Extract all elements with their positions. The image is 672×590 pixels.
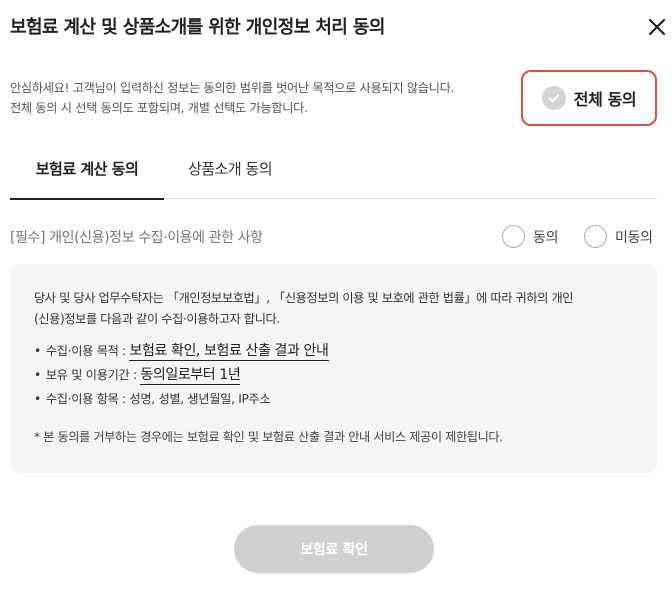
- all-agree-button[interactable]: 전체 동의: [521, 70, 657, 126]
- list-item-fields: 수집·이용 항목 : 성명, 성별, 생년월일, IP주소: [34, 387, 635, 411]
- modal-header: 보험료 계산 및 상품소개를 위한 개인정보 처리 동의: [10, 14, 672, 42]
- refusal-note: * 본 동의를 거부하는 경우에는 보험료 확인 및 보험료 산출 결과 안내 …: [34, 430, 503, 444]
- tab-premium-calculation[interactable]: 보험료 계산 동의: [10, 145, 164, 200]
- section-title: [필수] 개인(신용)정보 수집·이용에 관한 사항: [10, 230, 263, 246]
- disagree-radio[interactable]: 미동의: [584, 225, 653, 248]
- details-description: 당사 및 당사 업무수탁자는 「개인정보보호법」, 「신용정보의 이용 및 보호…: [34, 288, 635, 330]
- item-value: 성명, 성별, 생년월일, IP주소: [129, 392, 271, 406]
- agree-radio[interactable]: 동의: [502, 225, 558, 248]
- consent-tabs: 보험료 계산 동의 상품소개 동의: [10, 145, 657, 200]
- check-icon: [548, 93, 560, 103]
- details-desc-line-2: (신용)정보를 다음과 같이 수집·이용하고자 합니다.: [34, 312, 280, 326]
- radio-circle-icon: [584, 225, 607, 248]
- close-button[interactable]: [646, 16, 668, 38]
- details-desc-line-1: 당사 및 당사 업무수탁자는 「개인정보보호법」, 「신용정보의 이용 및 보호…: [34, 291, 574, 305]
- modal-title: 보험료 계산 및 상품소개를 위한 개인정보 처리 동의: [10, 17, 385, 38]
- consent-details-box: 당사 및 당사 업무수탁자는 「개인정보보호법」, 「신용정보의 이용 및 보호…: [11, 264, 657, 473]
- intro-line-1: 안심하세요! 고객님이 입력하신 정보는 동의한 범위를 벗어난 목적으로 사용…: [10, 81, 455, 95]
- tab-product-introduction[interactable]: 상품소개 동의: [168, 145, 292, 199]
- all-agree-label: 전체 동의: [573, 90, 637, 109]
- intro-line-2: 전체 동의 시 선택 동의도 포함되며, 개별 선택도 가능합니다.: [10, 101, 308, 115]
- item-label: 수집·이용 목적 :: [45, 344, 130, 358]
- confirm-premium-button[interactable]: 보험료 확인: [234, 525, 434, 573]
- disagree-radio-label: 미동의: [615, 229, 653, 246]
- consent-section-row: [필수] 개인(신용)정보 수집·이용에 관한 사항 동의 미동의: [10, 222, 657, 252]
- item-value: 동의일로부터 1년: [140, 367, 241, 385]
- agree-radio-label: 동의: [533, 229, 559, 246]
- intro-text: 안심하세요! 고객님이 입력하신 정보는 동의한 범위를 벗어난 목적으로 사용…: [10, 78, 510, 118]
- item-label: 보유 및 이용기간 :: [45, 368, 141, 382]
- close-icon: [648, 18, 666, 36]
- details-list: 수집·이용 목적 : 보험료 확인, 보험료 산출 결과 안내 보유 및 이용기…: [34, 339, 635, 411]
- list-item-period: 보유 및 이용기간 : 동의일로부터 1년: [34, 363, 635, 387]
- list-item-purpose: 수집·이용 목적 : 보험료 확인, 보험료 산출 결과 안내: [34, 339, 635, 363]
- check-circle-icon: [541, 86, 566, 110]
- item-label: 수집·이용 항목 :: [45, 392, 130, 406]
- item-value: 보험료 확인, 보험료 산출 결과 안내: [129, 343, 329, 361]
- radio-circle-icon: [502, 225, 525, 248]
